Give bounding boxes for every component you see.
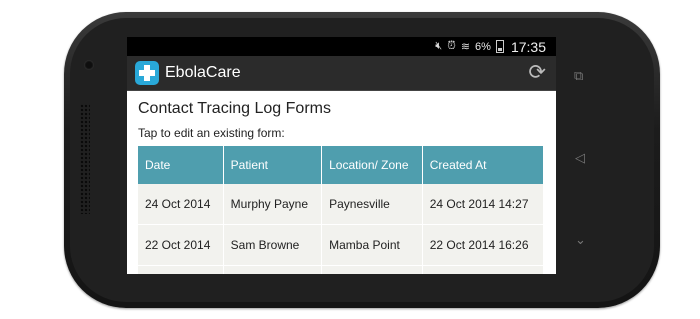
status-bar: 🔇︎ ⏰︎ ≋ 6% 17:35: [127, 37, 556, 56]
main-content: Contact Tracing Log Forms Tap to edit an…: [127, 100, 556, 274]
table-row[interactable]: 22 Oct 2014 Sam Browne Mamba Point 22 Oc…: [138, 224, 543, 266]
header-location: Location/ Zone: [321, 146, 423, 184]
instruction-text: Tap to edit an existing form:: [138, 126, 285, 140]
app-title: EbolaCare: [165, 64, 241, 81]
header-date: Date: [138, 146, 224, 184]
page-title: Contact Tracing Log Forms: [138, 100, 331, 117]
wifi-icon: ≋: [460, 41, 471, 53]
front-camera: [84, 60, 94, 70]
battery-icon: [495, 40, 504, 53]
cell-date: [138, 265, 224, 274]
cell-date: 22 Oct 2014: [138, 224, 224, 266]
header-patient: Patient: [223, 146, 323, 184]
table-row[interactable]: 24 Oct 2014 Murphy Payne Paynesville 24 …: [138, 184, 543, 225]
status-time: 17:35: [510, 38, 546, 55]
header-created-at: Created At: [422, 146, 543, 184]
cell-patient: Sam Browne: [223, 224, 323, 266]
cell-location: Mamba Point: [321, 224, 423, 266]
table-row[interactable]: [138, 265, 543, 274]
cell-date: 24 Oct 2014: [138, 184, 224, 225]
cell-patient: Murphy Payne: [223, 184, 323, 225]
recent-apps-icon[interactable]: ⧉: [574, 68, 583, 84]
cell-location: [321, 265, 423, 274]
app-logo-icon: [135, 61, 159, 85]
action-bar: EbolaCare ⟳: [127, 56, 556, 91]
mute-icon: 🔇︎: [435, 40, 443, 52]
screen: 🔇︎ ⏰︎ ≋ 6% 17:35 EbolaCare ⟳ Contact Tra…: [127, 37, 556, 274]
table-header-row: Date Patient Location/ Zone Created At: [138, 146, 543, 184]
speaker-grille: [80, 104, 90, 214]
cell-created-at: [422, 265, 543, 274]
cell-location: Paynesville: [321, 184, 423, 225]
cell-created-at: 22 Oct 2014 16:26: [422, 224, 543, 266]
battery-percent: 6%: [475, 40, 491, 53]
alarm-icon: ⏰︎: [447, 40, 456, 52]
refresh-icon[interactable]: ⟳: [528, 62, 546, 84]
home-icon[interactable]: ⌄: [575, 232, 586, 248]
back-icon[interactable]: ◁: [575, 150, 585, 166]
forms-table: Date Patient Location/ Zone Created At 2…: [138, 146, 543, 274]
cell-created-at: 24 Oct 2014 14:27: [422, 184, 543, 225]
cell-patient: [223, 265, 323, 274]
